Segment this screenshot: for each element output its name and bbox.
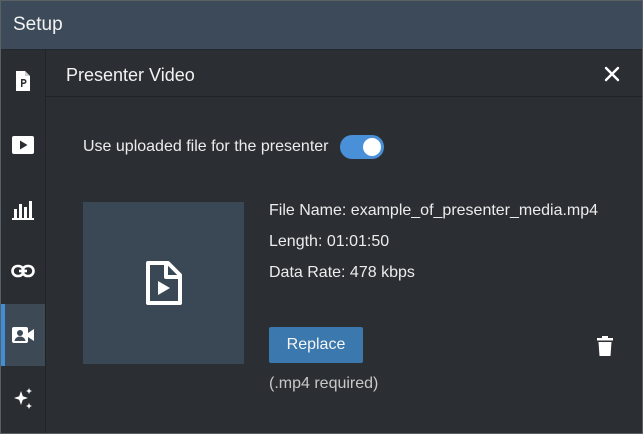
sidebar-item-presentation[interactable] — [1, 50, 45, 112]
delete-button[interactable] — [594, 334, 616, 358]
sidebar-item-effects[interactable] — [1, 368, 45, 430]
sidebar-item-presenter-video[interactable] — [1, 304, 45, 366]
file-length: Length: 01:01:50 — [269, 233, 390, 250]
toggle-label: Use uploaded file for the presenter — [83, 138, 329, 155]
use-uploaded-file-toggle[interactable] — [340, 135, 385, 159]
replace-button[interactable]: Replace — [269, 327, 363, 363]
title-bar: Setup — [1, 1, 642, 50]
file-data-rate: Data Rate: 478 kbps — [269, 264, 415, 281]
sidebar — [1, 50, 46, 433]
trash-icon — [597, 336, 613, 356]
file-info: File Name: example_of_presenter_media.mp… — [269, 202, 619, 295]
setup-window: Setup Presenter Video Use uploaded file … — [0, 0, 643, 434]
window-title: Setup — [13, 14, 63, 35]
play-video-icon — [12, 136, 34, 154]
presenter-video-panel: Presenter Video Use uploaded file for th… — [46, 50, 642, 433]
sidebar-item-analytics[interactable] — [1, 178, 45, 240]
sparkles-icon — [14, 388, 32, 409]
toggle-knob — [363, 138, 382, 156]
presentation-file-icon — [16, 71, 30, 91]
presenter-camera-icon — [12, 327, 34, 343]
bar-chart-icon — [12, 201, 34, 220]
close-icon — [604, 66, 620, 82]
file-requirement-note: (.mp4 required) — [269, 375, 379, 392]
panel-title: Presenter Video — [66, 65, 195, 85]
panel-header: Presenter Video — [46, 50, 642, 97]
presenter-toggle-row: Use uploaded file for the presenter — [83, 135, 385, 159]
video-thumbnail — [83, 202, 244, 364]
link-icon — [11, 264, 35, 278]
sidebar-item-video[interactable] — [1, 114, 45, 176]
video-file-icon — [145, 261, 182, 305]
close-button[interactable] — [600, 62, 624, 86]
sidebar-item-links[interactable] — [1, 240, 45, 302]
file-name: File Name: example_of_presenter_media.mp… — [269, 202, 599, 219]
